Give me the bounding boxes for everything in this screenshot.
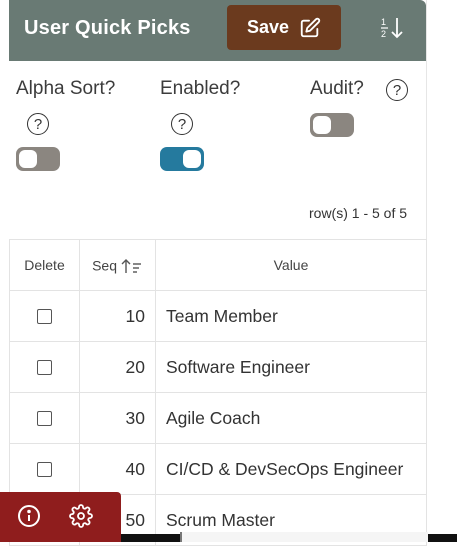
table-row: 40 CI/CD & DevSecOps Engineer <box>9 443 427 495</box>
table-header-row: Delete Seq Value <box>9 239 427 291</box>
audit-switch[interactable] <box>310 113 354 137</box>
sort-ascending-icon <box>121 258 141 273</box>
value-cell[interactable]: Software Engineer <box>155 341 427 393</box>
table-row: 20 Software Engineer <box>9 341 427 393</box>
table-row: 30 Agile Coach <box>9 392 427 444</box>
column-header-seq-label: Seq <box>92 257 118 274</box>
table-row: 10 Team Member <box>9 290 427 342</box>
alpha-sort-label: Alpha Sort? <box>16 78 116 99</box>
column-header-value[interactable]: Value <box>155 239 427 291</box>
seq-cell: 30 <box>79 392 156 444</box>
delete-cell <box>9 290 80 342</box>
delete-cell <box>9 443 80 495</box>
help-icon[interactable]: ? <box>27 113 49 135</box>
region-header: User Quick Picks Save 1 2 <box>9 0 426 61</box>
row-count: row(s) 1 - 5 of 5 <box>309 205 408 221</box>
delete-checkbox[interactable] <box>37 411 52 427</box>
seq-cell: 10 <box>79 290 156 342</box>
column-header-seq[interactable]: Seq <box>79 239 156 291</box>
enabled-switch[interactable] <box>160 147 204 171</box>
save-button[interactable]: Save <box>227 5 341 50</box>
alpha-sort-switch[interactable] <box>16 147 60 171</box>
switch-knob <box>313 116 331 134</box>
help-icon[interactable]: ? <box>386 79 408 101</box>
value-cell[interactable]: Team Member <box>155 290 427 342</box>
switch-knob <box>183 150 201 168</box>
seq-cell: 20 <box>79 341 156 393</box>
enabled-label: Enabled? <box>160 78 241 99</box>
value-cell[interactable]: Agile Coach <box>155 392 427 444</box>
region-title: User Quick Picks <box>24 17 191 39</box>
seq-cell: 40 <box>79 443 156 495</box>
switch-knob <box>19 150 37 168</box>
delete-cell <box>9 392 80 444</box>
scrollbar-track[interactable] <box>180 532 428 542</box>
svg-text:1: 1 <box>381 17 386 27</box>
svg-text:2: 2 <box>381 29 386 39</box>
edit-icon <box>300 17 321 37</box>
column-header-delete[interactable]: Delete <box>9 239 80 291</box>
audit-label: Audit? <box>310 78 364 99</box>
delete-checkbox[interactable] <box>37 360 52 376</box>
sort-numeric-icon[interactable]: 1 2 <box>379 15 405 41</box>
gear-icon[interactable] <box>69 504 93 528</box>
delete-cell <box>9 341 80 393</box>
quick-picks-region: User Quick Picks Save 1 2 Alpha Sort? En… <box>9 0 427 546</box>
delete-checkbox[interactable] <box>37 309 52 325</box>
info-icon[interactable] <box>17 504 41 528</box>
delete-checkbox[interactable] <box>37 462 52 478</box>
save-button-label: Save <box>246 17 290 37</box>
value-cell[interactable]: CI/CD & DevSecOps Engineer <box>155 443 427 495</box>
developer-toolbar <box>0 492 121 542</box>
help-icon[interactable]: ? <box>171 113 193 135</box>
